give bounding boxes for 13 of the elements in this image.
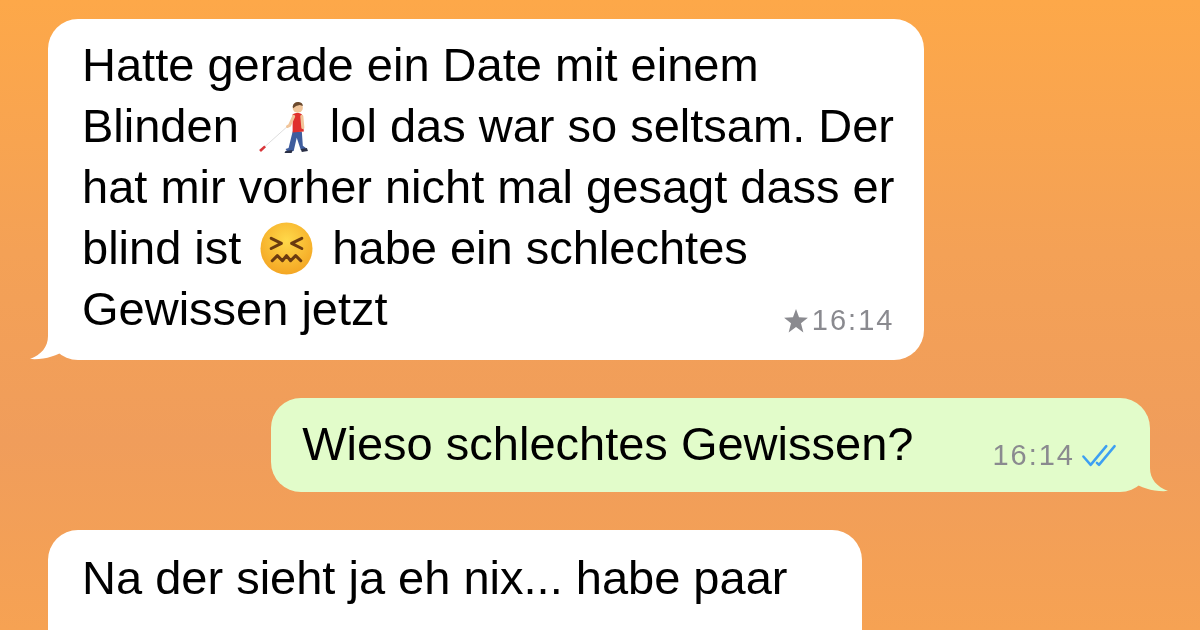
message-text: Blinden: [82, 99, 239, 154]
message-text: Wieso schlechtes Gewissen?: [302, 417, 914, 472]
message-text: Na der sieht ja eh nix... habe paar: [82, 551, 788, 606]
message-text: hat mir vorher nicht mal gesagt dass er: [82, 160, 895, 215]
message-time: 16:14: [811, 303, 895, 338]
message-time: 16:14: [992, 438, 1075, 473]
message-text: Hatte gerade ein Date mit einem: [82, 38, 759, 93]
person-with-cane-icon: [257, 100, 311, 153]
message-text: lol das war so seltsam. Der: [329, 99, 894, 154]
message-text: habe ein schlechtes: [332, 221, 748, 276]
confounded-face-icon: [260, 222, 314, 275]
message-text: Gewissen jetzt: [82, 282, 388, 337]
message-text: blind ist: [82, 221, 242, 276]
